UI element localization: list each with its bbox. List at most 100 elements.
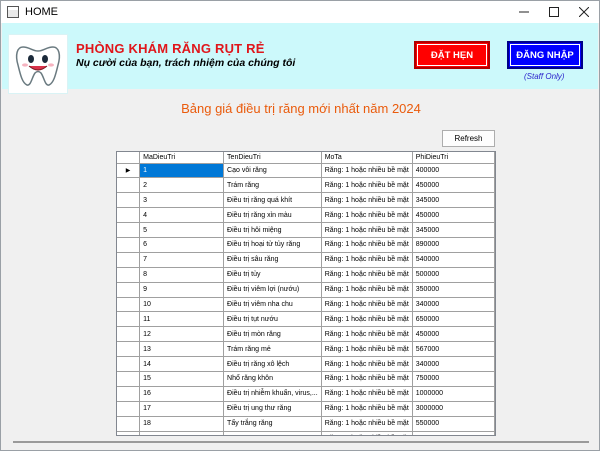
column-header-madieutri[interactable]: MaDieuTri: [139, 152, 225, 164]
column-header-tendieutri[interactable]: TenDieuTri: [223, 152, 322, 164]
table-row[interactable]: 19Đánh bóng răngRăng: 1 hoặc nhiều bề mặ…: [117, 431, 495, 435]
cell-phidieutri[interactable]: 540000: [412, 252, 495, 268]
row-header[interactable]: [117, 207, 141, 224]
cell-phidieutri[interactable]: 500000: [412, 267, 495, 283]
table-row[interactable]: 12 Điều trị mòn răng Răng: 1 hoặc nhiều bề…: [117, 326, 495, 343]
cell-mota[interactable]: Răng: 1 hoặc nhiều bề mặt: [321, 401, 413, 417]
cell-mota[interactable]: Răng: 1 hoặc nhiều bề mặt: [321, 311, 413, 328]
cell-phidieutri[interactable]: 350000: [412, 282, 495, 298]
cell-phidieutri[interactable]: 400000: [412, 163, 495, 179]
cell-tendieutri[interactable]: Điều trị hoại tử tủy răng: [223, 237, 322, 253]
cell-phidieutri[interactable]: 450000: [412, 326, 495, 343]
row-header[interactable]: [117, 386, 141, 402]
table-row[interactable]: 10 Điều trị viêm nha chu Răng: 1 hoặc nhiề…: [117, 297, 495, 313]
cell-phidieutri[interactable]: 550000: [412, 416, 495, 432]
table-row[interactable]: 14 Điều trị răng xô lệch Răng: 1 hoặc nhiề…: [117, 356, 495, 372]
cell-madieutri[interactable]: 9: [139, 282, 225, 298]
cell-madieutri[interactable]: 1: [139, 163, 225, 179]
table-row[interactable]: 16 Điều trị nhiễm khuẩn, virus,... Răng: 1…: [117, 386, 495, 402]
column-header-mota[interactable]: MoTa: [321, 152, 413, 164]
cell-tendieutri[interactable]: Điều trị ung thư răng: [223, 401, 322, 417]
cell-mota[interactable]: Răng: 1 hoặc nhiều bề mặt: [321, 416, 413, 432]
row-header[interactable]: [117, 297, 141, 313]
cell-tendieutri[interactable]: Đánh bóng răng: [223, 431, 322, 435]
cell-tendieutri[interactable]: Điều trị viêm lợi (nướu): [223, 282, 322, 298]
cell-tendieutri[interactable]: Điều trị răng quá khít: [223, 192, 322, 209]
cell-tendieutri[interactable]: Điều trị viêm nha chu: [223, 297, 322, 313]
cell-tendieutri[interactable]: Điều trị tụt nướu: [223, 311, 322, 328]
cell-phidieutri[interactable]: 890000: [412, 237, 495, 253]
table-row[interactable]: 11 Điều trị tụt nướu Răng: 1 hoặc nhiều bề…: [117, 311, 495, 328]
cell-madieutri[interactable]: 18: [139, 416, 225, 432]
table-row[interactable]: ▶ 1 Cạo vôi răng Răng: 1 hoặc nhiều bề mặt 4…: [117, 163, 495, 179]
row-header[interactable]: [117, 311, 141, 328]
cell-mota[interactable]: Răng: 1 hoặc nhiều bề mặt: [321, 356, 413, 372]
cell-mota[interactable]: Răng: 1 hoặc nhiều bề mặt: [321, 431, 413, 435]
cell-phidieutri[interactable]: 567000: [412, 341, 495, 358]
cell-tendieutri[interactable]: Điều trị răng xỉn màu: [223, 207, 322, 224]
cell-phidieutri[interactable]: 345000: [412, 192, 495, 209]
cell-mota[interactable]: Răng: 1 hoặc nhiều bề mặt: [321, 282, 413, 298]
cell-madieutri[interactable]: 7: [139, 252, 225, 268]
table-row[interactable]: 6 Điều trị hoại tử tủy răng Răng: 1 hoặc n…: [117, 237, 495, 253]
cell-mota[interactable]: Răng: 1 hoặc nhiều bề mặt: [321, 163, 413, 179]
cell-madieutri[interactable]: 8: [139, 267, 225, 283]
table-row[interactable]: 9 Điều trị viêm lợi (nướu) Răng: 1 hoặc nh…: [117, 282, 495, 298]
cell-madieutri[interactable]: 6: [139, 237, 225, 253]
cell-tendieutri[interactable]: Trám răng: [223, 177, 322, 194]
cell-phidieutri[interactable]: 450000: [412, 177, 495, 194]
row-header[interactable]: [117, 371, 141, 387]
table-row[interactable]: 8 Điều trị tủy Răng: 1 hoặc nhiều bề mặt 50…: [117, 267, 495, 283]
cell-mota[interactable]: Răng: 1 hoặc nhiều bề mặt: [321, 222, 413, 238]
cell-tendieutri[interactable]: Điều trị răng xô lệch: [223, 356, 322, 372]
cell-phidieutri[interactable]: 340000: [412, 356, 495, 372]
row-header[interactable]: [117, 192, 141, 209]
row-header[interactable]: [117, 252, 141, 268]
cell-mota[interactable]: Răng: 1 hoặc nhiều bề mặt: [321, 267, 413, 283]
cell-madieutri[interactable]: 15: [139, 371, 225, 387]
cell-mota[interactable]: Răng: 1 hoặc nhiều bề mặt: [321, 386, 413, 402]
column-header-phidieutri[interactable]: PhiDieuTri: [412, 152, 495, 164]
cell-madieutri[interactable]: 11: [139, 311, 225, 328]
table-row[interactable]: 5 Điều trị hôi miệng Răng: 1 hoặc nhiều bề…: [117, 222, 495, 238]
cell-madieutri[interactable]: 4: [139, 207, 225, 224]
table-row[interactable]: 18 Tẩy trắng răng Răng: 1 hoặc nhiều bề mặ…: [117, 416, 495, 432]
cell-mota[interactable]: Răng: 1 hoặc nhiều bề mặt: [321, 237, 413, 253]
row-header[interactable]: [117, 356, 141, 372]
cell-mota[interactable]: Răng: 1 hoặc nhiều bề mặt: [321, 207, 413, 224]
cell-madieutri[interactable]: 16: [139, 386, 225, 402]
cell-madieutri[interactable]: 3: [139, 192, 225, 209]
cell-madieutri[interactable]: 14: [139, 356, 225, 372]
table-row[interactable]: 13 Trám răng mẻ Răng: 1 hoặc nhiều bề mặt 5…: [117, 341, 495, 358]
price-table[interactable]: MaDieuTri TenDieuTri MoTa PhiDieuTri ▶ 1 C…: [116, 151, 496, 436]
login-button[interactable]: ĐĂNG NHẬP: [507, 41, 583, 69]
row-header[interactable]: [117, 222, 141, 238]
cell-tendieutri[interactable]: Tẩy trắng răng: [223, 416, 322, 432]
table-row[interactable]: 7 Điều trị sâu răng Răng: 1 hoặc nhiều bề …: [117, 252, 495, 268]
close-icon[interactable]: [569, 1, 599, 23]
cell-mota[interactable]: Răng: 1 hoặc nhiều bề mặt: [321, 252, 413, 268]
table-row[interactable]: 2 Trám răng Răng: 1 hoặc nhiều bề mặt 45000…: [117, 177, 495, 194]
cell-phidieutri[interactable]: 750000: [412, 371, 495, 387]
row-header[interactable]: [117, 401, 141, 417]
cell-madieutri[interactable]: 5: [139, 222, 225, 238]
cell-phidieutri[interactable]: 1000000: [412, 386, 495, 402]
cell-madieutri[interactable]: 10: [139, 297, 225, 313]
row-header[interactable]: [117, 267, 141, 283]
cell-tendieutri[interactable]: Điều trị sâu răng: [223, 252, 322, 268]
cell-tendieutri[interactable]: Điều trị nhiễm khuẩn, virus,...: [223, 386, 322, 402]
title-bar[interactable]: HOME: [1, 1, 599, 23]
cell-madieutri[interactable]: 13: [139, 341, 225, 358]
row-header[interactable]: [117, 237, 141, 253]
row-header[interactable]: [117, 431, 141, 435]
cell-mota[interactable]: Răng: 1 hoặc nhiều bề mặt: [321, 341, 413, 358]
cell-tendieutri[interactable]: Điều trị mòn răng: [223, 326, 322, 343]
cell-mota[interactable]: Răng: 1 hoặc nhiều bề mặt: [321, 371, 413, 387]
horizontal-scrollbar[interactable]: [5, 438, 597, 446]
cell-madieutri[interactable]: 19: [139, 431, 225, 435]
cell-mota[interactable]: Răng: 1 hoặc nhiều bề mặt: [321, 192, 413, 209]
cell-mota[interactable]: Răng: 1 hoặc nhiều bề mặt: [321, 297, 413, 313]
minimize-icon[interactable]: [509, 1, 539, 23]
cell-tendieutri[interactable]: Trám răng mẻ: [223, 341, 322, 358]
row-header[interactable]: [117, 416, 141, 432]
